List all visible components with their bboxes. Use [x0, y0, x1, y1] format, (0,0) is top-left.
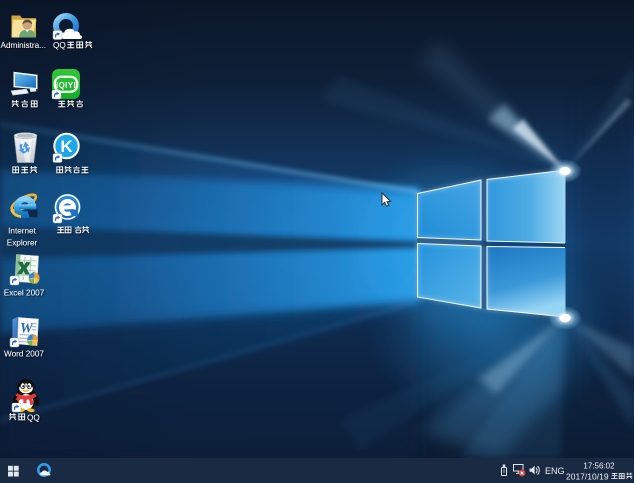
svg-text:W: W	[20, 321, 34, 337]
svg-text:Word 2007: Word 2007	[4, 350, 44, 359]
svg-text:iQIYI: iQIYI	[56, 81, 76, 90]
svg-text:Internet: Internet	[8, 227, 36, 236]
svg-text:QQ: QQ	[53, 41, 66, 50]
svg-text:Excel 2007: Excel 2007	[4, 289, 45, 298]
svg-text:Administra...: Administra...	[1, 41, 47, 50]
svg-text:ENG: ENG	[545, 466, 565, 476]
svg-text:2017/10/19: 2017/10/19	[566, 471, 609, 481]
svg-text:17:56:02: 17:56:02	[583, 461, 615, 470]
svg-text:K: K	[60, 137, 73, 156]
svg-text:QQ: QQ	[27, 414, 40, 423]
svg-text:Explorer: Explorer	[7, 239, 38, 248]
